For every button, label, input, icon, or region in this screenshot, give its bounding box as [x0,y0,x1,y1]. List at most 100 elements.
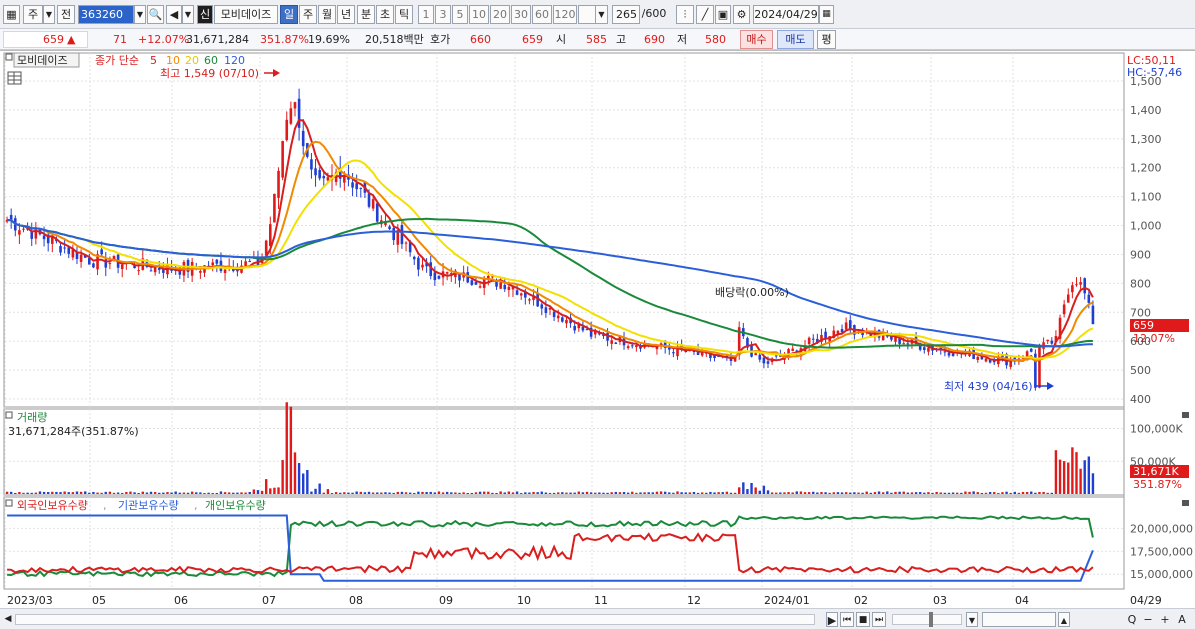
period-tick-button[interactable]: 틱 [395,5,413,24]
speed-slider-thumb[interactable] [929,612,933,627]
candle-body [1083,278,1087,294]
volume-bar [947,492,951,494]
period-week-button[interactable]: 주 [299,5,317,24]
scroll-down-icon[interactable]: ▼ [966,612,978,627]
interval-30-button[interactable]: 30 [511,5,531,24]
candle-body [322,176,326,179]
x-axis-label: 06 [174,594,188,607]
volume-bar [211,492,214,494]
interval-60-button[interactable]: 60 [532,5,552,24]
time-scroll-bar[interactable] [982,612,1056,627]
volume-bar [783,492,786,494]
interval-20-button[interactable]: 20 [490,5,510,24]
candle-body [561,317,564,322]
price-axis-label: 1,200 [1130,162,1162,175]
volume-bar [968,491,971,494]
volume-bar [890,492,893,494]
volume-bar [285,402,288,494]
eval-button[interactable]: 평 [817,30,836,49]
market-select[interactable]: 주 [23,5,43,24]
open-label: 시 [556,33,567,46]
speed-slider[interactable] [892,612,962,627]
period-day-button[interactable]: 일 [280,5,298,24]
auto-scale-icon[interactable]: A [1175,612,1189,627]
bar-count-input[interactable]: 265 [612,5,640,24]
chart-area[interactable]: 1,500 1,400 1,300 1,200 1,100 1,000 900 800 700 6… [0,50,1195,610]
last-change-value: 12.07% [1133,332,1175,345]
volume-bar [742,482,745,494]
volume-bar [215,492,219,494]
interval-10-button[interactable]: 10 [469,5,489,24]
volume-bar [1083,460,1086,494]
search-icon[interactable]: 🔍 [147,5,164,24]
volume-bar [853,492,856,494]
date-input[interactable]: 2024/04/29 [753,5,819,24]
candle-body [581,326,585,331]
period-minute-button[interactable]: 분 [357,5,375,24]
code-dropdown-icon[interactable]: ▼ [134,5,146,24]
speaker-dropdown-icon[interactable]: ▼ [182,5,194,24]
volume-bar [824,492,827,494]
volume-bar [709,491,712,494]
volume-panel-close-icon[interactable] [1182,412,1189,418]
candle-body [412,256,416,260]
view-select[interactable]: 전 [57,5,75,24]
volume-bar [71,492,75,494]
interval-120-button[interactable]: 120 [553,5,577,24]
play-button[interactable]: ▶ [826,612,838,627]
holder-panel-close-icon[interactable] [1182,500,1189,506]
volume-bar [840,492,844,494]
market-dropdown-icon[interactable]: ▼ [43,5,55,24]
scroll-track[interactable] [15,614,815,625]
candle-body [923,347,926,350]
scroll-bar[interactable]: ◀ ▶ ⏮ ■ ⏭ ▼ ▲ Q − + A [0,608,1195,629]
save-icon[interactable]: ▣ [715,5,731,24]
zoom-out-icon[interactable]: − [1141,612,1155,627]
volume-bar [894,491,897,494]
grid-menu-icon[interactable]: ▦ [3,5,20,24]
zoom-search-icon[interactable]: Q [1125,612,1139,627]
interval-dropdown-icon[interactable]: ▼ [595,5,608,24]
holder-axis-label: 20,000,000 [1130,522,1193,535]
stock-code-input[interactable]: 363260 [78,5,134,24]
volume-bar [170,492,173,494]
stop-button[interactable]: ■ [856,612,870,627]
volume-bar [515,491,519,494]
volume-bar [976,492,979,494]
volume-bar [540,491,543,494]
volume-bar [713,492,716,494]
forward-button[interactable]: ⏭ [872,612,886,627]
volume-bar [927,492,930,494]
stock-chart[interactable]: 1,5001,4001,3001,2001,1001,0009008007006… [0,51,1195,609]
sell-button[interactable]: 매도 [777,30,814,49]
scroll-up-icon[interactable]: ▲ [1058,612,1070,627]
buy-button[interactable]: 매수 [740,30,773,49]
period-year-button[interactable]: 년 [337,5,355,24]
volume-bar [766,490,770,494]
candle-body [630,345,634,347]
volume-bar [343,492,346,494]
x-axis-label: 2023/03 [7,594,53,607]
candle-body [1062,304,1066,315]
candle-type-icon[interactable]: ⫶ [676,5,694,24]
volume-bar [396,491,400,494]
calendar-icon[interactable]: ▦ [819,5,834,24]
volume-bar [79,491,83,494]
candle-body [42,235,46,240]
interval-3-button[interactable]: 3 [435,5,451,24]
interval-1-button[interactable]: 1 [418,5,434,24]
speaker-icon[interactable]: ◀ [166,5,182,24]
scroll-left-icon[interactable]: ◀ [3,612,13,627]
period-second-button[interactable]: 초 [376,5,394,24]
zoom-in-icon[interactable]: + [1158,612,1172,627]
draw-tool-icon[interactable]: ╱ [696,5,714,24]
candle-body [519,293,523,296]
interval-5-button[interactable]: 5 [452,5,468,24]
settings-icon[interactable]: ⚙ [733,5,750,24]
candle-body [774,355,778,357]
candle-body [811,338,815,340]
volume-bar [334,492,338,494]
volume-bar [1001,492,1004,494]
rewind-button[interactable]: ⏮ [840,612,854,627]
period-month-button[interactable]: 월 [318,5,336,24]
